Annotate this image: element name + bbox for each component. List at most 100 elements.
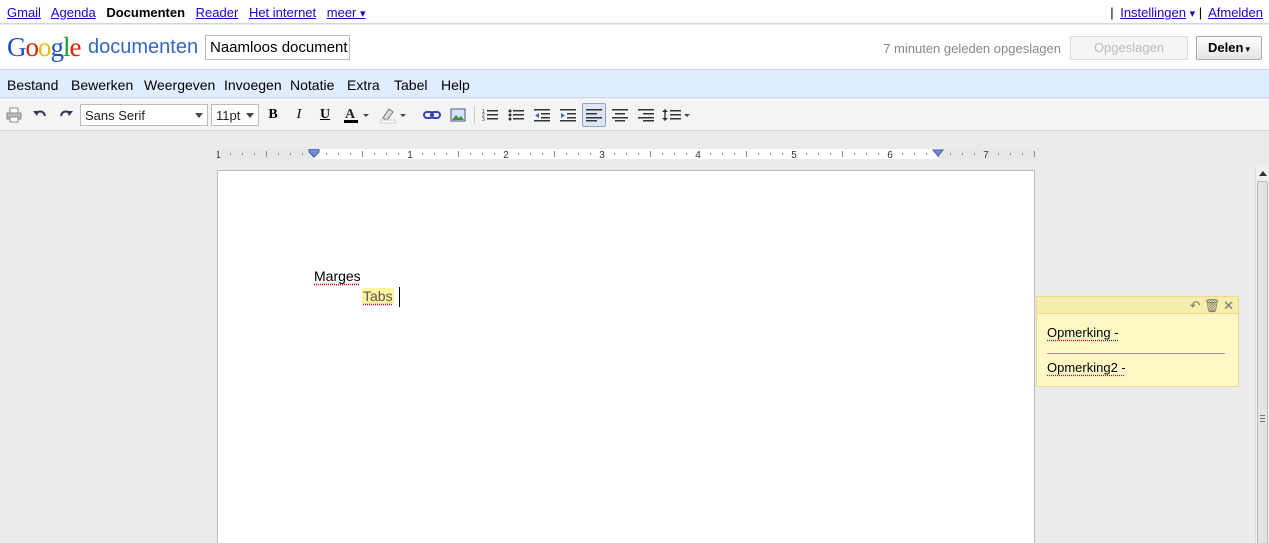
ruler-number: 3 xyxy=(599,150,605,161)
settings-chevron-down-icon[interactable]: ▾ xyxy=(1190,8,1196,20)
vertical-scrollbar[interactable] xyxy=(1255,167,1269,543)
ruler-tick xyxy=(230,153,231,155)
ruler-tick xyxy=(686,153,687,155)
comment-box[interactable]: ↶ 🗑 ✕ Opmerking - Opmerking2 - xyxy=(1036,296,1239,387)
underline-button[interactable]: U xyxy=(317,105,333,125)
scroll-up-arrow-icon[interactable] xyxy=(1259,171,1267,176)
italic-button[interactable]: I xyxy=(291,105,307,125)
product-name[interactable]: documenten xyxy=(88,36,198,59)
ruler-tick xyxy=(290,153,291,155)
menu-bewerken[interactable]: Bewerken xyxy=(71,77,133,93)
ruler-tick xyxy=(926,153,927,155)
redo-icon[interactable] xyxy=(57,105,75,125)
ruler-tick xyxy=(254,153,255,155)
document-text-line-2[interactable]: Tabs xyxy=(362,288,394,304)
share-button[interactable]: Delen ▾ xyxy=(1196,36,1262,60)
ruler-tick xyxy=(674,153,675,155)
nav-right: | Instellingen ▾ | Afmelden xyxy=(1110,5,1263,20)
ruler-tick xyxy=(902,153,903,155)
ruler-tick xyxy=(758,153,759,155)
ruler-tick xyxy=(374,153,375,155)
settings-link[interactable]: Instellingen xyxy=(1120,5,1186,20)
print-icon[interactable] xyxy=(5,105,23,125)
delete-icon[interactable]: 🗑 xyxy=(1204,298,1221,313)
comment-divider xyxy=(1047,353,1225,354)
ruler-tick xyxy=(266,151,267,157)
scrollbar-grip-icon xyxy=(1260,415,1265,422)
ruler-tick xyxy=(638,153,639,155)
comment-1[interactable]: Opmerking - xyxy=(1047,325,1119,340)
ruler-tick xyxy=(386,153,387,155)
menu-bestand[interactable]: Bestand xyxy=(7,77,58,93)
align-right-icon[interactable] xyxy=(637,105,655,125)
ruler-tick xyxy=(302,153,303,155)
ruler-tick xyxy=(458,151,459,157)
menu-tabel[interactable]: Tabel xyxy=(394,77,427,93)
ruler-tick xyxy=(614,153,615,155)
scrollbar-thumb[interactable] xyxy=(1257,181,1268,543)
ruler-number: 7 xyxy=(983,150,989,161)
menu-weergeven[interactable]: Weergeven xyxy=(144,77,215,93)
ruler-tick xyxy=(914,153,915,155)
bold-button[interactable]: B xyxy=(265,105,281,125)
ruler-tick xyxy=(590,153,591,155)
ruler-tick xyxy=(542,153,543,155)
highlight-color-button[interactable] xyxy=(379,105,409,125)
ruler[interactable]: 1 1 2 3 4 5 6 7 xyxy=(217,147,1035,161)
document-page[interactable]: Marges Tabs xyxy=(217,170,1035,543)
font-family-select[interactable]: Sans Serif xyxy=(80,104,208,126)
increase-indent-icon[interactable] xyxy=(559,105,577,125)
menu-invoegen[interactable]: Invoegen xyxy=(224,77,282,93)
ruler-ticks: 1 1 2 3 4 5 6 7 xyxy=(217,150,1035,161)
ruler-tick xyxy=(530,153,531,155)
nav-link-reader[interactable]: Reader xyxy=(196,5,239,20)
nav-link-agenda[interactable]: Agenda xyxy=(51,5,96,20)
undo-icon[interactable] xyxy=(31,105,49,125)
ruler-tick xyxy=(878,153,879,155)
insert-image-icon[interactable] xyxy=(449,105,467,125)
ruler-tick xyxy=(242,153,243,155)
document-text-line-1[interactable]: Marges xyxy=(314,268,361,284)
ruler-tick xyxy=(494,153,495,155)
close-icon[interactable]: ✕ xyxy=(1223,298,1234,313)
ruler-tick xyxy=(746,151,747,157)
decrease-indent-icon[interactable] xyxy=(533,105,551,125)
numbered-list-icon[interactable]: 123 xyxy=(481,105,499,125)
document-title-field[interactable]: Naamloos document xyxy=(205,35,350,60)
bulleted-list-icon[interactable] xyxy=(507,105,525,125)
menu-help[interactable]: Help xyxy=(441,77,470,93)
link-icon[interactable] xyxy=(423,105,441,125)
ruler-tick xyxy=(578,153,579,155)
saved-button[interactable]: Opgeslagen xyxy=(1070,36,1188,60)
menu-bar: Bestand Bewerken Weergeven Invoegen Nota… xyxy=(0,71,1269,98)
formatting-toolbar: Sans Serif 11pt B I U A 123 xyxy=(0,99,1269,131)
left-indent-marker-icon[interactable] xyxy=(308,149,320,159)
app-header: Google documenten Naamloos document 7 mi… xyxy=(0,25,1269,70)
text-color-button[interactable]: A xyxy=(342,105,372,125)
ruler-tick xyxy=(818,153,819,155)
menu-extra[interactable]: Extra xyxy=(347,77,380,93)
comment-2[interactable]: Opmerking2 - xyxy=(1047,360,1126,375)
ruler-tick xyxy=(722,153,723,155)
ruler-tick xyxy=(782,153,783,155)
nav-more-link[interactable]: meer ▾ xyxy=(327,5,366,20)
comment-2-text: Opmerking2 - xyxy=(1047,360,1126,375)
align-center-icon[interactable] xyxy=(611,105,629,125)
ruler-tick xyxy=(626,153,627,155)
nav-link-internet[interactable]: Het internet xyxy=(249,5,316,20)
menu-notatie[interactable]: Notatie xyxy=(290,77,334,93)
font-size-select[interactable]: 11pt xyxy=(211,104,259,126)
ruler-tick xyxy=(830,153,831,155)
ruler-tick xyxy=(278,153,279,155)
ruler-tick xyxy=(554,151,555,157)
top-navigation-bar: Gmail Agenda Documenten Reader Het inter… xyxy=(0,0,1269,24)
share-button-label: Delen xyxy=(1208,40,1244,55)
google-logo[interactable]: Google xyxy=(7,32,81,63)
signout-link[interactable]: Afmelden xyxy=(1208,5,1263,20)
align-left-button[interactable] xyxy=(582,103,606,127)
reply-icon[interactable]: ↶ xyxy=(1190,298,1201,313)
right-indent-marker-icon[interactable] xyxy=(932,149,944,159)
nav-more-label: meer xyxy=(326,5,357,20)
line-spacing-icon[interactable] xyxy=(662,105,692,125)
nav-link-gmail[interactable]: Gmail xyxy=(7,5,41,20)
